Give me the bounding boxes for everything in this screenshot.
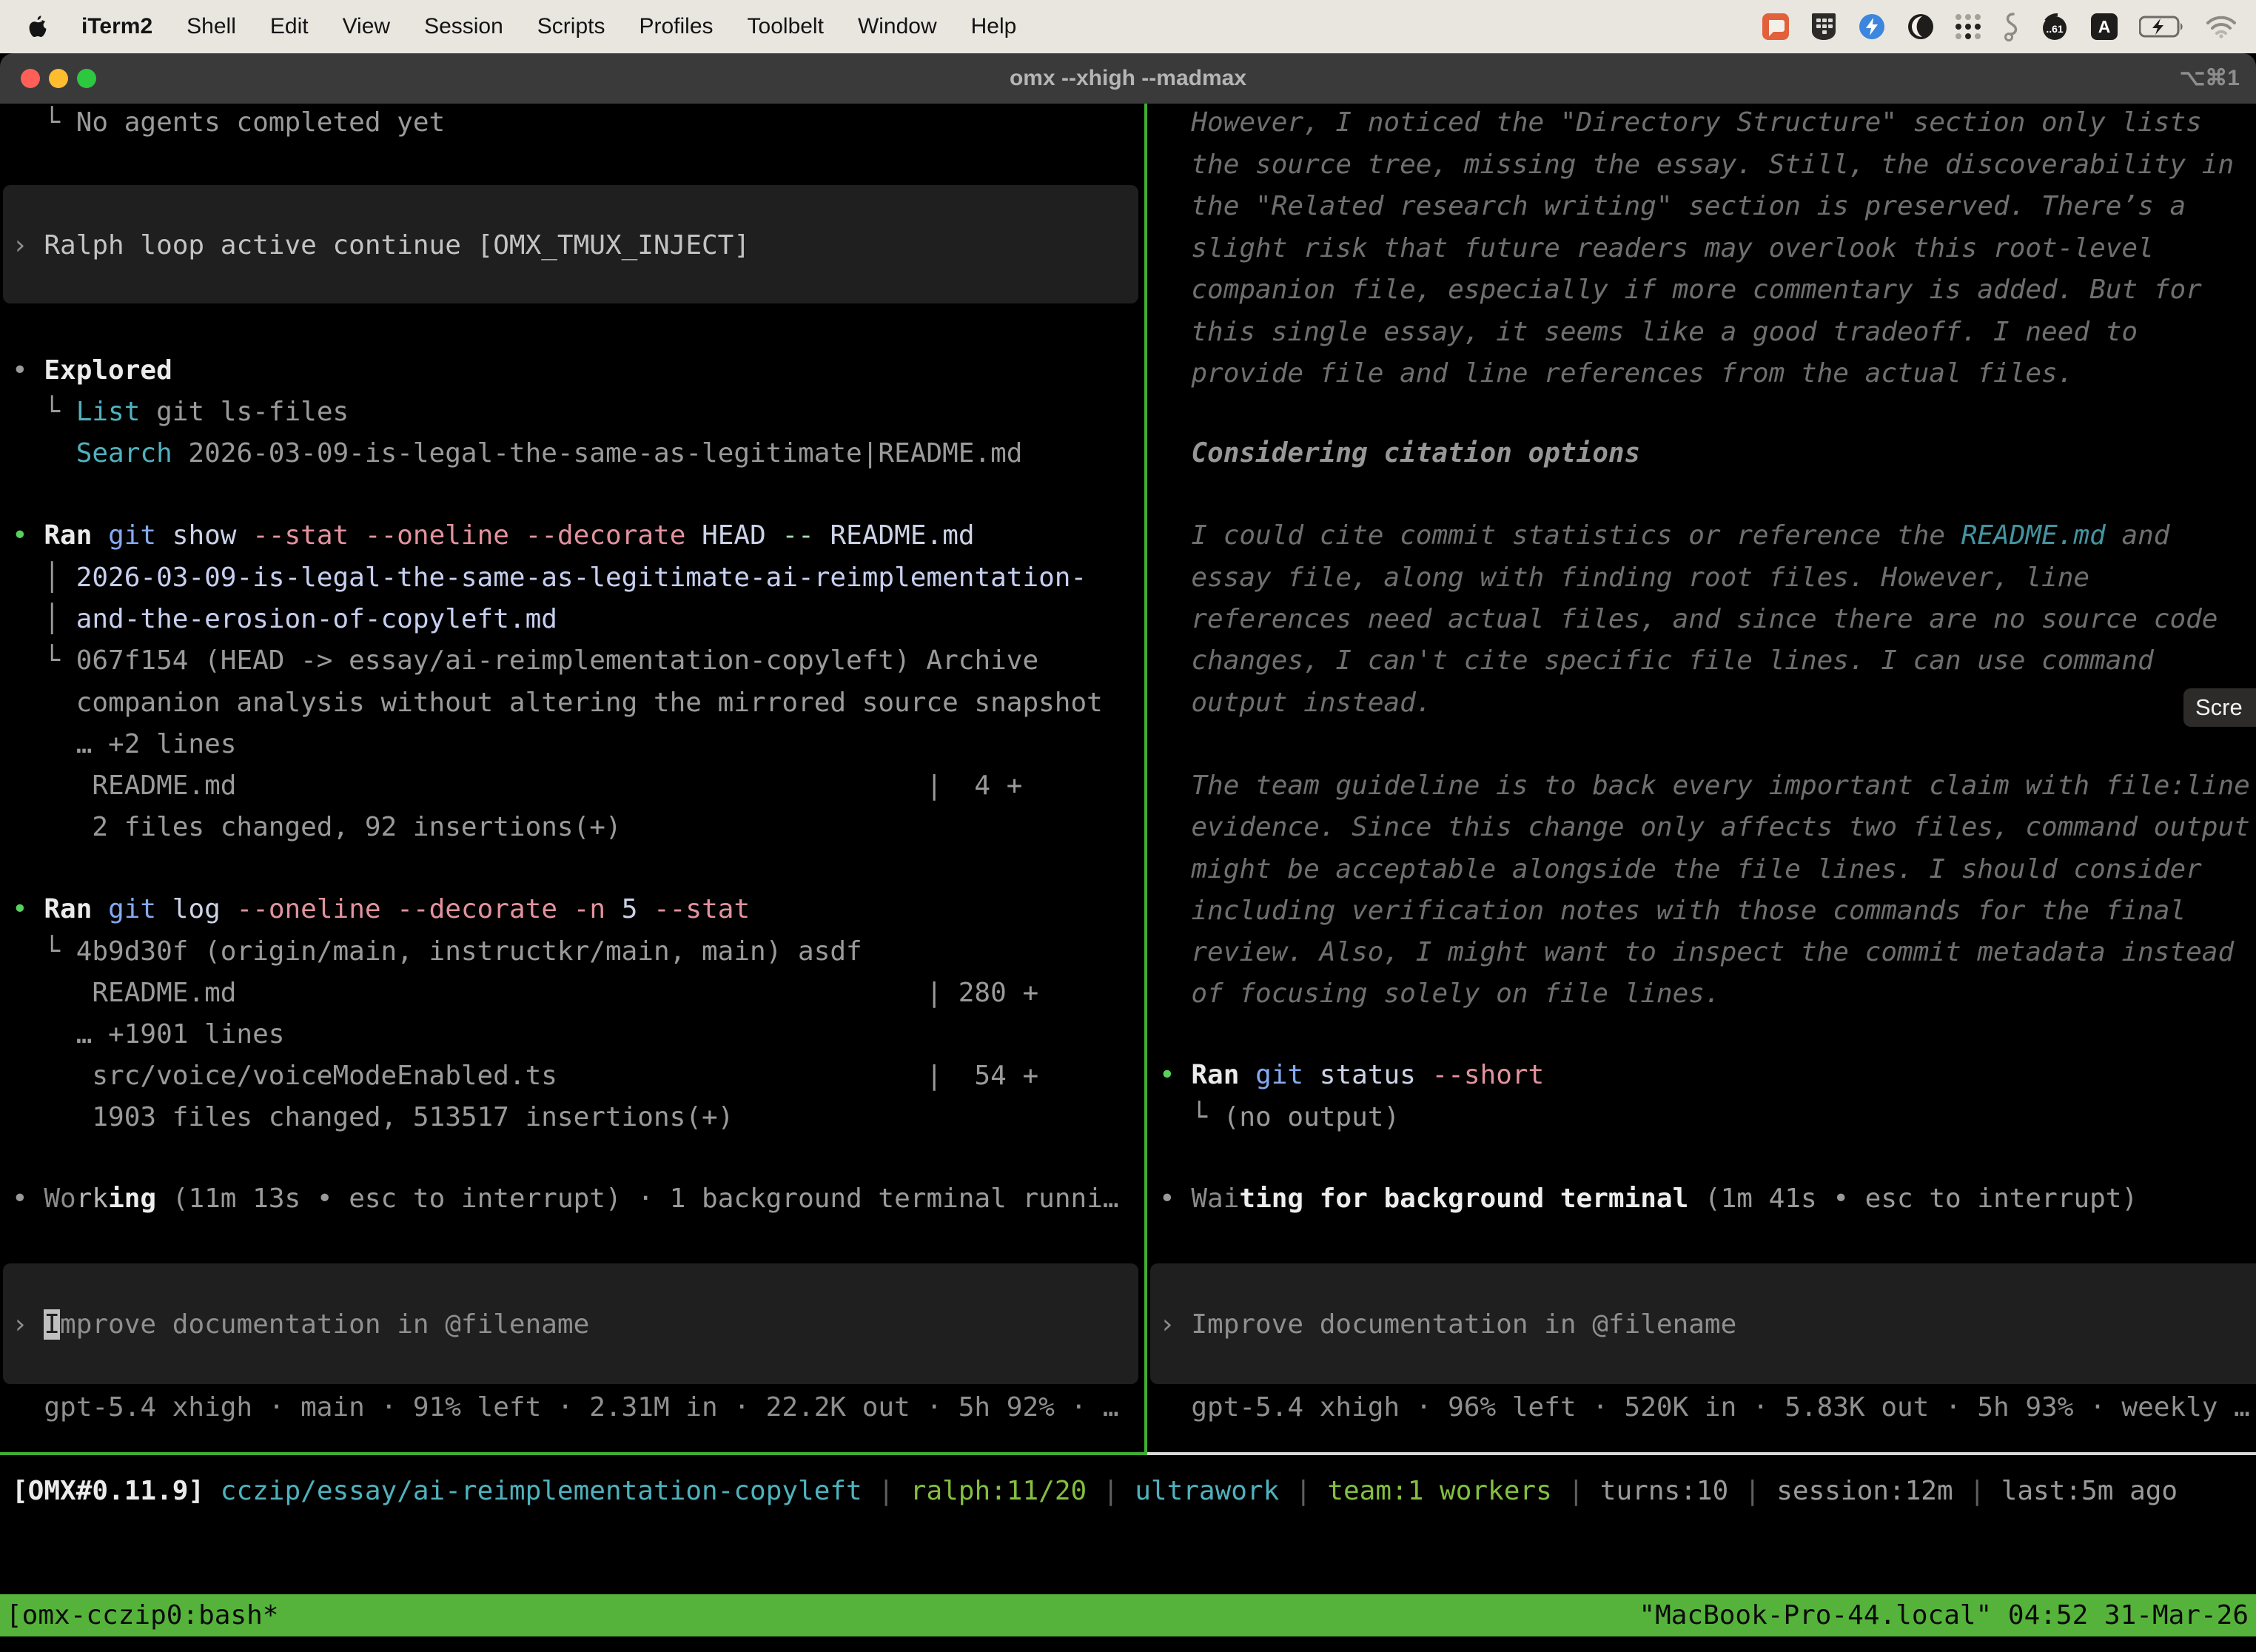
- window-title: omx --xhigh --madmax: [0, 53, 2256, 104]
- pane-border-bottom-active: [0, 1452, 1147, 1455]
- squiggle-icon[interactable]: [2001, 12, 2019, 41]
- menu-items: iTerm2 Shell Edit View Session Scripts Profile…: [0, 14, 1016, 39]
- git-status-output: └ (no output): [1159, 1096, 2256, 1138]
- thinking-line: references need actual files, and since …: [1159, 598, 2256, 640]
- pane-divider-vertical[interactable]: [1144, 104, 1147, 1454]
- gauge-61-icon[interactable]: ..61: [2040, 12, 2069, 41]
- right-agent-pane[interactable]: However, I noticed the "Directory Struct…: [1150, 104, 2256, 1452]
- ralph-loop-prompt: › Ralph loop active continue [OMX_TMUX_I…: [12, 224, 1144, 266]
- git-log-summary: 1903 files changed, 513517 insertions(+): [12, 1096, 1144, 1138]
- ran-git-status: • Ran git status --short: [1159, 1054, 2256, 1096]
- model-status-line: gpt-5.4 xhigh · 96% left · 520K in · 5.8…: [1159, 1386, 2256, 1428]
- menu-item-help[interactable]: Help: [971, 14, 1017, 39]
- thinking-line: companion file, especially if more comme…: [1159, 269, 2256, 311]
- tmux-status-bar: [omx-cczip0:bash* "MacBook-Pro-44.local"…: [0, 1594, 2256, 1636]
- thinking-line: The team guideline is to back every impo…: [1159, 765, 2256, 807]
- thinking-line: review. Also, I might want to inspect th…: [1159, 931, 2256, 973]
- menu-item-window[interactable]: Window: [858, 14, 937, 39]
- thinking-line: the source tree, missing the essay. Stil…: [1159, 144, 2256, 186]
- thinking-line: changes, I can't cite specific file line…: [1159, 639, 2256, 682]
- omx-status-line: [OMX#0.11.9] cczip/essay/ai-reimplementa…: [12, 1470, 2178, 1512]
- crescent-badge-icon[interactable]: [1907, 13, 1935, 41]
- git-show-commit-2: companion analysis without altering the …: [12, 682, 1144, 724]
- gauge-61-label: ..61: [2046, 23, 2064, 35]
- input-source-icon[interactable]: A: [2090, 13, 2118, 41]
- thinking-line: including verification notes with those …: [1159, 890, 2256, 932]
- git-show-file-2: │ and-the-erosion-of-copyleft.md: [12, 598, 1144, 640]
- apple-menu-icon[interactable]: [28, 15, 47, 38]
- git-show-stat: README.md | 4 +: [12, 765, 1144, 807]
- chat-bubble-icon[interactable]: [1762, 13, 1790, 41]
- pane-border-bottom-inactive: [1147, 1452, 2256, 1455]
- keypad-icon[interactable]: [1810, 12, 1837, 41]
- git-show-more: … +2 lines: [12, 723, 1144, 765]
- menu-item-iterm2[interactable]: iTerm2: [81, 14, 152, 39]
- ran-git-log: • Ran git log --oneline --decorate -n 5 …: [12, 888, 1144, 930]
- wifi-icon[interactable]: [2206, 15, 2237, 38]
- svg-text:A: A: [2098, 17, 2111, 36]
- thinking-line: might be acceptable alongside the file l…: [1159, 848, 2256, 890]
- thinking-line: provide file and line references from th…: [1159, 352, 2256, 394]
- dots-grid-icon[interactable]: [1955, 14, 1981, 39]
- thinking-line: However, I noticed the "Directory Struct…: [1159, 104, 2256, 144]
- thinking-line: evidence. Since this change only affects…: [1159, 806, 2256, 848]
- tmux-session-window[interactable]: [omx-cczip0:bash*: [6, 1594, 278, 1636]
- menu-item-profiles[interactable]: Profiles: [639, 14, 713, 39]
- working-status: • Working (11m 13s • esc to interrupt) ·…: [12, 1178, 1144, 1220]
- input-placeholder: › Improve documentation in @filename: [12, 1303, 1144, 1346]
- git-show-file-1: │ 2026-03-09-is-legal-the-same-as-legiti…: [12, 557, 1144, 599]
- explored-list: └ List git ls-files: [12, 391, 1144, 433]
- git-log-stat-1: README.md | 280 +: [12, 972, 1144, 1014]
- screen: iTerm2 Shell Edit View Session Scripts Profile…: [0, 0, 2256, 1652]
- menu-status-icons: ..61 A: [1762, 12, 2256, 41]
- thinking-line: slight risk that future readers may over…: [1159, 227, 2256, 269]
- git-show-summary: 2 files changed, 92 insertions(+): [12, 806, 1144, 848]
- git-log-more: … +1901 lines: [12, 1013, 1144, 1055]
- explored-header: • Explored: [12, 349, 1144, 392]
- waiting-status: • Waiting for background terminal (1m 41…: [1159, 1178, 2256, 1220]
- explored-search: Search 2026-03-09-is-legal-the-same-as-l…: [12, 432, 1144, 474]
- terminal-content: └ No agents completed yet › Ralph loop ac…: [0, 104, 2256, 1594]
- window-title-bar: omx --xhigh --madmax ⌥⌘1: [0, 53, 2256, 104]
- thinking-line: this single essay, it seems like a good …: [1159, 311, 2256, 353]
- battery-icon[interactable]: [2139, 16, 2185, 38]
- ran-git-show: • Ran git show --stat --oneline --decora…: [12, 514, 1144, 557]
- git-log-stat-2: src/voice/voiceModeEnabled.ts | 54 +: [12, 1055, 1144, 1097]
- menu-bar: iTerm2 Shell Edit View Session Scripts Profile…: [0, 0, 2256, 53]
- menu-item-edit[interactable]: Edit: [270, 14, 309, 39]
- menu-item-session[interactable]: Session: [424, 14, 503, 39]
- left-agent-pane[interactable]: └ No agents completed yet › Ralph loop ac…: [0, 104, 1144, 1452]
- thinking-heading: Considering citation options: [1159, 432, 2256, 474]
- bolt-badge-icon[interactable]: [1858, 13, 1886, 41]
- thinking-line: I could cite commit statistics or refere…: [1159, 514, 2256, 557]
- thinking-line: of focusing solely on file lines.: [1159, 973, 2256, 1015]
- menu-item-toolbelt[interactable]: Toolbelt: [748, 14, 824, 39]
- thinking-line: the "Related research writing" section i…: [1159, 185, 2256, 227]
- screen-overlay-tooltip[interactable]: Scre: [2183, 688, 2256, 727]
- tmux-host-clock: "MacBook-Pro-44.local" 04:52 31-Mar-26: [1639, 1594, 2249, 1636]
- thinking-line: output instead.: [1159, 682, 2256, 724]
- git-show-commit: └ 067f154 (HEAD -> essay/ai-reimplementa…: [12, 639, 1144, 682]
- git-log-commit: └ 4b9d30f (origin/main, instructkr/main,…: [12, 930, 1144, 973]
- menu-item-view[interactable]: View: [343, 14, 390, 39]
- input-placeholder: › Improve documentation in @filename: [1159, 1303, 2256, 1346]
- thinking-line: essay file, along with finding root file…: [1159, 557, 2256, 599]
- window-shortcut-badge: ⌥⌘1: [2180, 53, 2240, 104]
- menu-item-scripts[interactable]: Scripts: [537, 14, 605, 39]
- menu-item-shell[interactable]: Shell: [187, 14, 236, 39]
- agents-status-line: └ No agents completed yet: [12, 104, 1144, 144]
- model-status-line: gpt-5.4 xhigh · main · 91% left · 2.31M …: [12, 1386, 1144, 1428]
